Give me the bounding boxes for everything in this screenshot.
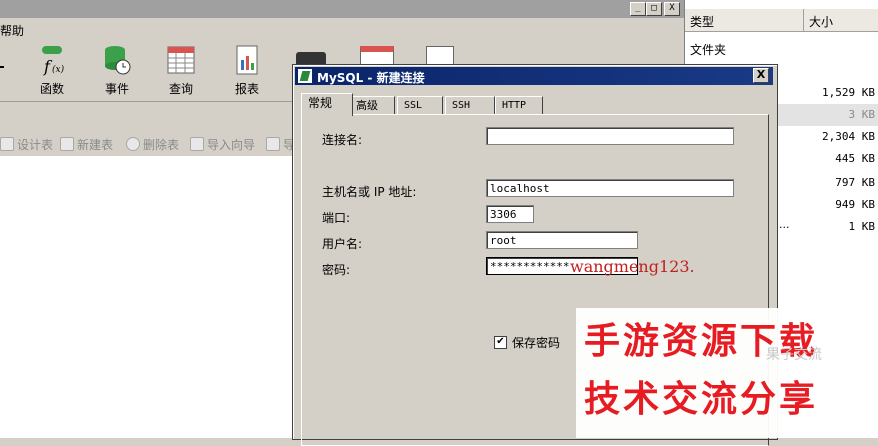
import-wizard-button[interactable]: 导入向导 [190,136,255,153]
arrow-fragment-icon [0,66,4,68]
host-label: 主机名或 IP 地址: [322,185,417,199]
toolbar-function-label: 函数 [39,82,64,96]
report-icon [231,44,263,76]
port-input[interactable]: 3306 [486,205,534,223]
tab-http[interactable]: HTTP [495,96,543,115]
column-size[interactable]: 大小 [809,13,833,30]
maximize-button[interactable]: □ [646,2,662,16]
import-icon [190,137,204,151]
tab-general[interactable]: 常规 [301,93,353,116]
column-type[interactable]: 类型 [690,13,714,30]
watermark-overlay: 手游资源下载 果子交流 技术交流分享 [576,308,878,438]
new-table-label: 新建表 [77,138,114,152]
function-icon: f (x) [36,44,68,76]
export-icon [266,137,280,151]
file-size: 445 KB [835,152,875,165]
delete-table-button[interactable]: 删除表 [126,136,179,153]
password-annotation: wangmeng123. [570,257,695,276]
pencil-icon [0,137,14,151]
tab-advanced[interactable]: 高级 [349,96,395,115]
mysql-icon [298,69,312,83]
truncated-name: ... [779,218,790,231]
object-list-area[interactable] [0,156,292,438]
toolbar-event-button[interactable]: 事件 [89,44,145,97]
export-wizard-button[interactable]: 导 [266,136,295,153]
file-size: 2,304 KB [822,130,875,143]
tab-ssh[interactable]: SSH [445,96,495,115]
port-label: 端口: [322,211,351,225]
watermark-faint-text: 果子交流 [766,347,822,363]
file-size: 1 KB [848,220,876,233]
save-password-label: 保存密码 [512,336,561,350]
file-list-header: 类型 大小 [685,8,878,32]
connection-name-input[interactable] [486,127,734,145]
password-label: 密码: [322,263,351,277]
dialog-titlebar[interactable]: MySQL - 新建连接 X [295,67,773,85]
close-window-button[interactable]: X [664,2,680,16]
toolbar-event-label: 事件 [104,82,129,96]
file-row[interactable]: 文件夹 [685,38,878,60]
file-size: 3 KB [848,108,876,121]
query-icon [165,44,197,76]
event-icon [101,44,133,76]
new-table-button[interactable]: 新建表 [60,136,113,153]
menu-bar: 帮助 [0,18,684,40]
minus-icon [126,137,140,151]
import-wizard-label: 导入向导 [207,138,256,152]
username-label: 用户名: [322,237,363,251]
plus-icon [60,137,74,151]
toolbar-function-button[interactable]: f (x) 函数 [24,44,80,97]
main-titlebar: _ □ X [0,0,684,18]
dialog-title: MySQL - 新建连接 [317,71,425,85]
file-size: 1,529 KB [822,86,875,99]
file-size: 949 KB [835,198,875,211]
design-table-button[interactable]: 设计表 [0,136,53,153]
file-type: 文件夹 [690,43,727,57]
toolbar-report-label: 报表 [234,82,259,96]
minimize-button[interactable]: _ [630,2,646,16]
save-password-checkbox[interactable]: ✔ [494,336,507,349]
delete-table-label: 删除表 [143,138,180,152]
toolbar-query-label: 查询 [168,82,193,96]
toolbar-report-button[interactable]: 报表 [219,44,275,97]
dialog-close-button[interactable]: X [753,68,769,83]
username-input[interactable]: root [486,231,638,249]
watermark-line-2: 技术交流分享 [584,379,819,420]
menu-help[interactable]: 帮助 [0,22,24,39]
design-table-label: 设计表 [17,138,54,152]
host-input[interactable]: localhost [486,179,734,197]
toolbar-query-button[interactable]: 查询 [153,44,209,97]
tab-ssl[interactable]: SSL [397,96,443,115]
connection-name-label: 连接名: [322,133,363,147]
column-divider[interactable] [803,9,804,31]
file-size: 797 KB [835,176,875,189]
svg-text:(x): (x) [52,64,65,75]
